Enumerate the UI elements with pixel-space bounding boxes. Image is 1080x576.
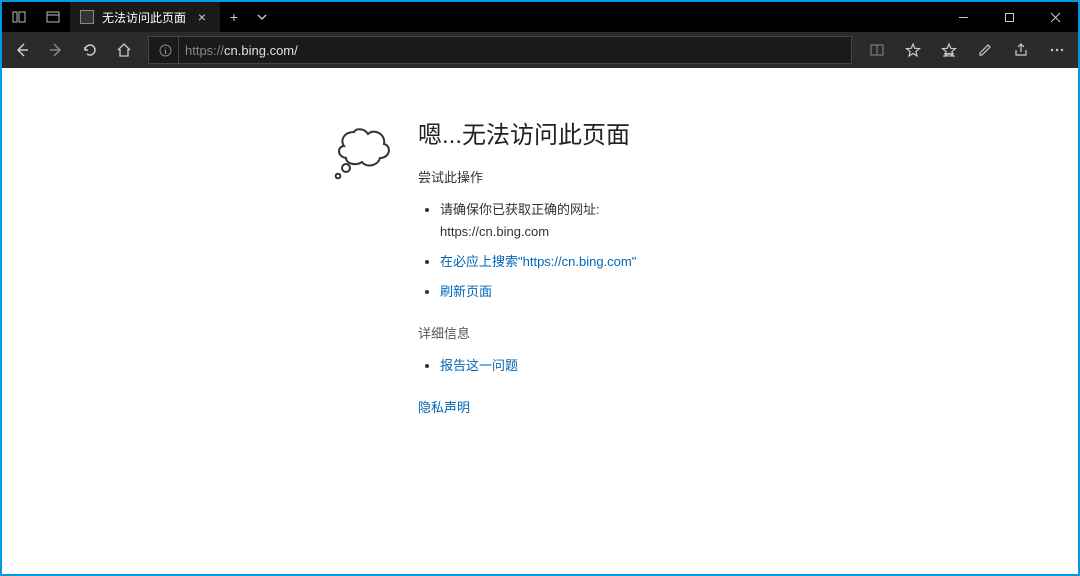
favorite-star-icon[interactable] xyxy=(896,34,930,66)
error-text: 嗯...无法访问此页面 尝试此操作 请确保你已获取正确的网址: https://… xyxy=(418,116,636,420)
privacy-statement-link[interactable]: 隐私声明 xyxy=(418,397,470,419)
refresh-button[interactable] xyxy=(74,34,106,66)
home-button[interactable] xyxy=(108,34,140,66)
browser-tab[interactable]: 无法访问此页面 × xyxy=(70,2,220,32)
maximize-button[interactable] xyxy=(986,2,1032,32)
window-controls xyxy=(940,2,1078,32)
page-icon xyxy=(80,10,94,24)
minimize-button[interactable] xyxy=(940,2,986,32)
address-bar[interactable]: https://cn.bing.com/ xyxy=(148,36,852,64)
tab-title: 无法访问此页面 xyxy=(102,9,186,26)
close-tab-icon[interactable]: × xyxy=(194,9,210,25)
titlebar-left: 无法访问此页面 × + xyxy=(2,2,276,32)
thought-cloud-icon xyxy=(332,122,398,420)
tabs-list-icon[interactable] xyxy=(36,2,70,32)
error-heading: 嗯...无法访问此页面 xyxy=(418,116,636,157)
more-icon[interactable] xyxy=(1040,34,1074,66)
titlebar: 无法访问此页面 × + xyxy=(2,2,1078,32)
report-issue-link[interactable]: 报告这一问题 xyxy=(440,358,518,373)
page-content: 嗯...无法访问此页面 尝试此操作 请确保你已获取正确的网址: https://… xyxy=(2,68,1078,574)
new-tab-button[interactable]: + xyxy=(220,2,248,32)
favorites-hub-icon[interactable] xyxy=(932,34,966,66)
error-block: 嗯...无法访问此页面 尝试此操作 请确保你已获取正确的网址: https://… xyxy=(332,116,636,420)
tab-chevron-down-icon[interactable] xyxy=(248,2,276,32)
back-button[interactable] xyxy=(6,34,38,66)
try-this-label: 尝试此操作 xyxy=(418,167,636,189)
site-info-icon[interactable] xyxy=(153,37,179,63)
navigation-toolbar: https://cn.bing.com/ xyxy=(2,32,1078,68)
forward-button[interactable] xyxy=(40,34,72,66)
notes-icon[interactable] xyxy=(968,34,1002,66)
ensure-url-item: 请确保你已获取正确的网址: https://cn.bing.com xyxy=(440,199,636,243)
tabs-aside-icon[interactable] xyxy=(2,2,36,32)
close-window-button[interactable] xyxy=(1032,2,1078,32)
share-icon[interactable] xyxy=(1004,34,1038,66)
url-text: https://cn.bing.com/ xyxy=(185,43,847,58)
browser-window: 无法访问此页面 × + xyxy=(2,2,1078,574)
reading-view-icon[interactable] xyxy=(860,34,894,66)
details-label: 详细信息 xyxy=(418,323,636,345)
search-bing-link[interactable]: 在必应上搜索"https://cn.bing.com" xyxy=(440,254,636,269)
refresh-page-link[interactable]: 刷新页面 xyxy=(440,284,492,299)
